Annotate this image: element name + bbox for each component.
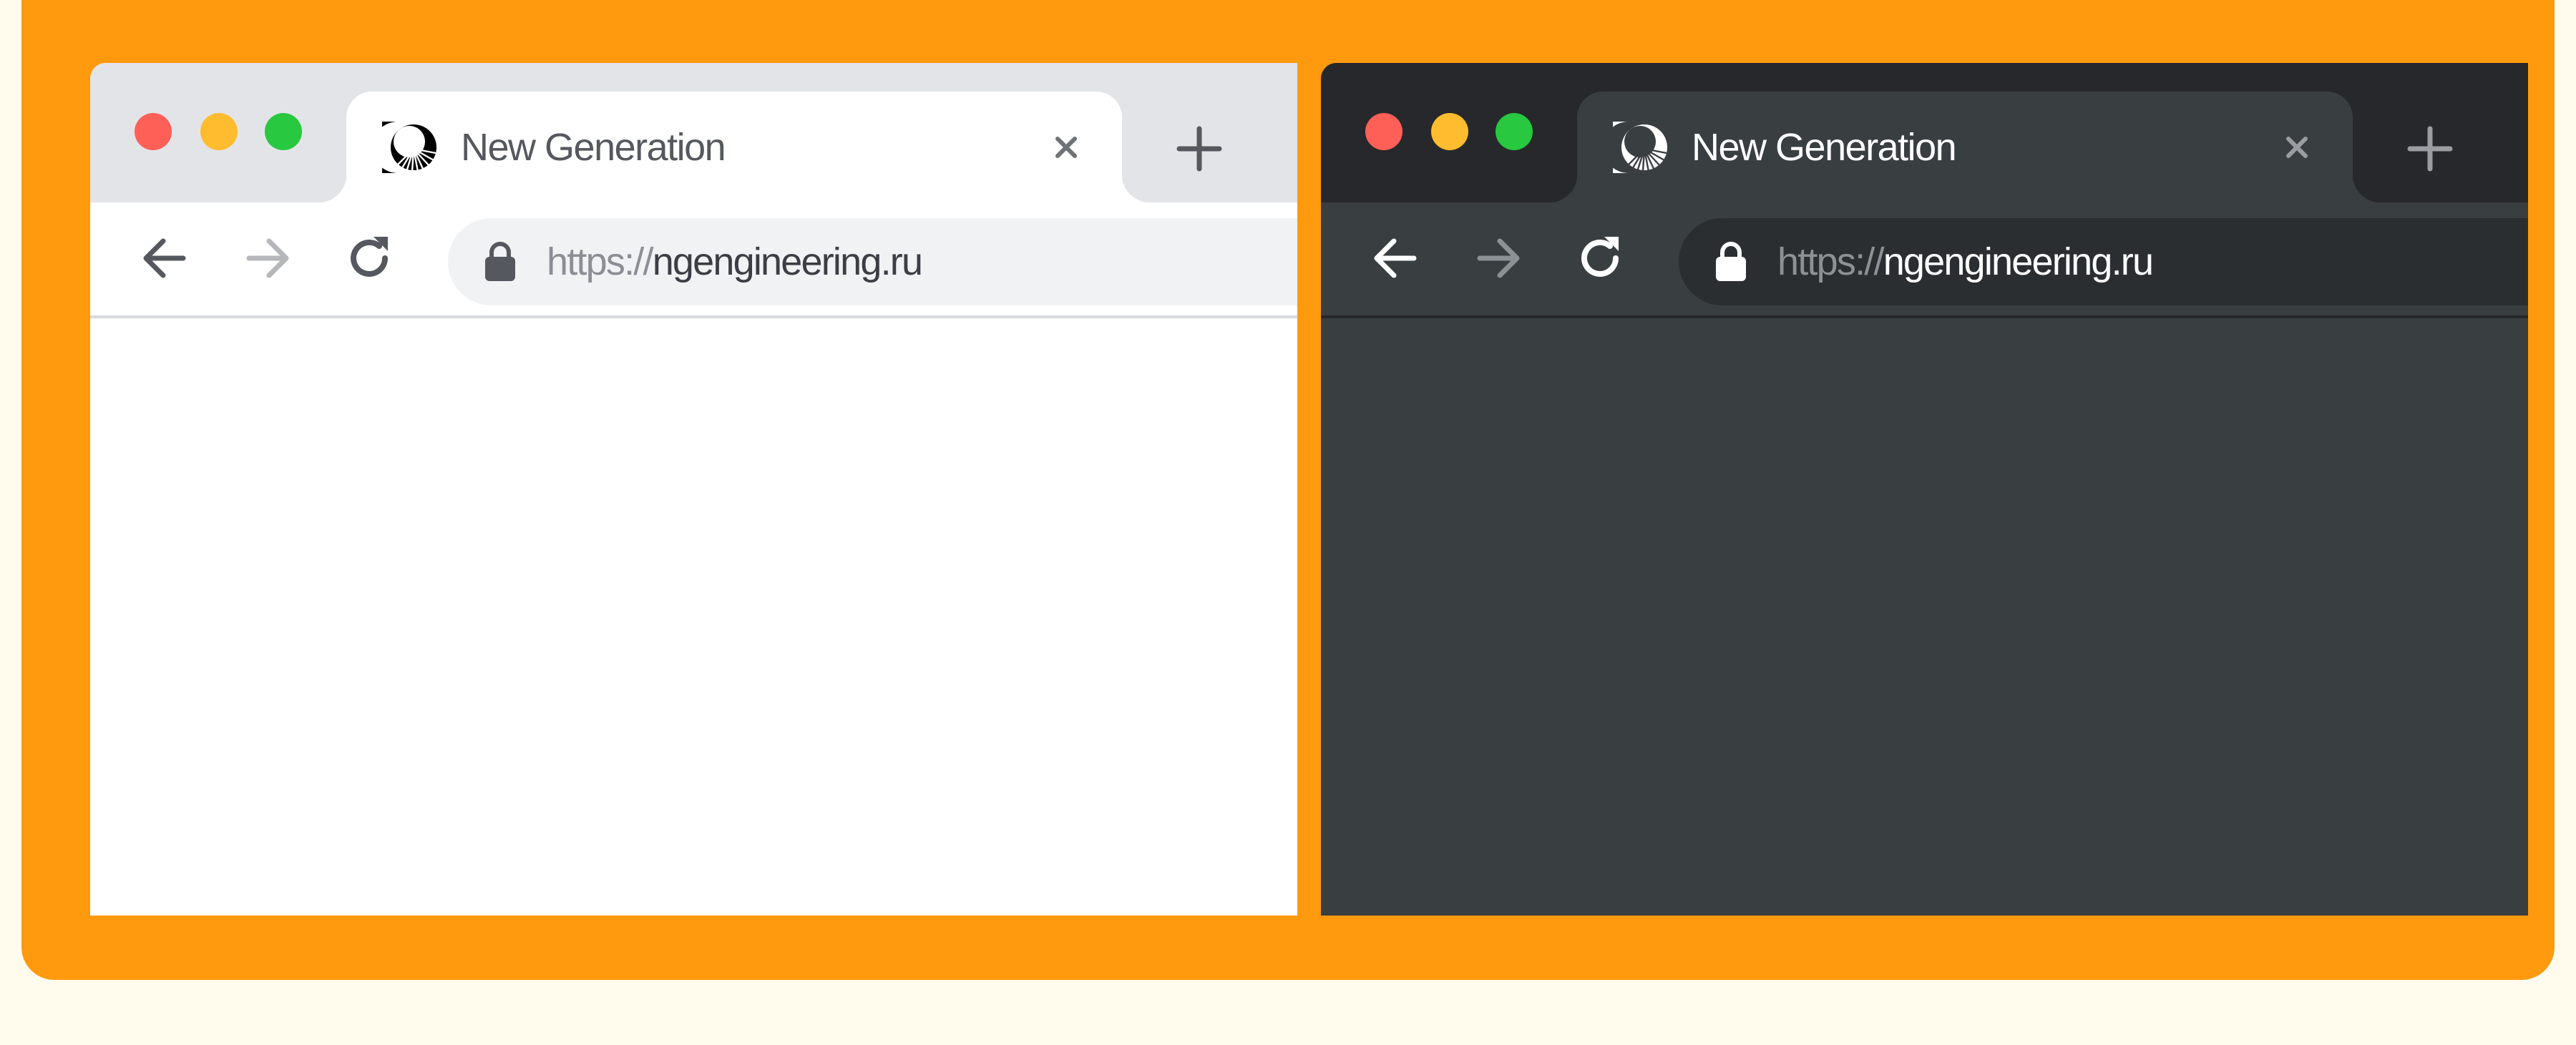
url-scheme: https:// bbox=[1777, 240, 1884, 283]
minimize-window-button[interactable] bbox=[200, 113, 238, 150]
browser-window-dark: New Generation https://ngengineering.ru bbox=[1321, 63, 2528, 916]
maximize-window-button[interactable] bbox=[1496, 113, 1533, 150]
tab-bar: New Generation bbox=[90, 63, 1297, 202]
toolbar: https://ngengineering.ru bbox=[1321, 202, 2528, 318]
reload-icon[interactable] bbox=[1571, 230, 1629, 287]
close-icon[interactable] bbox=[2277, 127, 2317, 167]
tab-title: New Generation bbox=[461, 126, 726, 169]
close-window-button[interactable] bbox=[1365, 113, 1402, 150]
tab-bar: New Generation bbox=[1321, 63, 2528, 202]
lock-icon bbox=[1716, 242, 1746, 281]
arrow-right-icon[interactable] bbox=[239, 230, 296, 287]
arrow-left-icon[interactable] bbox=[1367, 230, 1424, 287]
maximize-window-button[interactable] bbox=[265, 113, 302, 150]
new-generation-logo-icon bbox=[1613, 122, 1667, 173]
tab-new-generation[interactable]: New Generation bbox=[1548, 92, 2381, 202]
orange-frame: New Generation https://ngengineering.ru … bbox=[21, 0, 2555, 980]
address-bar[interactable]: https://ngengineering.ru bbox=[1679, 218, 2528, 305]
plus-icon[interactable] bbox=[1171, 120, 1228, 177]
close-icon[interactable] bbox=[1046, 127, 1086, 167]
url-text[interactable]: https://ngengineering.ru bbox=[547, 232, 923, 291]
reload-icon[interactable] bbox=[341, 230, 398, 287]
new-generation-logo-icon bbox=[382, 122, 436, 173]
toolbar: https://ngengineering.ru bbox=[90, 202, 1297, 318]
url-text[interactable]: https://ngengineering.ru bbox=[1777, 232, 2154, 291]
plus-icon[interactable] bbox=[2401, 120, 2459, 177]
tab-title: New Generation bbox=[1692, 126, 1957, 169]
browser-window-light: New Generation https://ngengineering.ru bbox=[90, 63, 1297, 916]
url-scheme: https:// bbox=[547, 240, 653, 283]
arrow-left-icon[interactable] bbox=[136, 230, 193, 287]
minimize-window-button[interactable] bbox=[1431, 113, 1468, 150]
url-host: ngengineering.ru bbox=[1883, 240, 2154, 283]
url-host: ngengineering.ru bbox=[652, 240, 923, 283]
lock-icon bbox=[485, 242, 515, 281]
address-bar[interactable]: https://ngengineering.ru bbox=[448, 218, 1297, 305]
close-window-button[interactable] bbox=[135, 113, 172, 150]
tab-new-generation[interactable]: New Generation bbox=[318, 92, 1151, 202]
arrow-right-icon[interactable] bbox=[1470, 230, 1527, 287]
